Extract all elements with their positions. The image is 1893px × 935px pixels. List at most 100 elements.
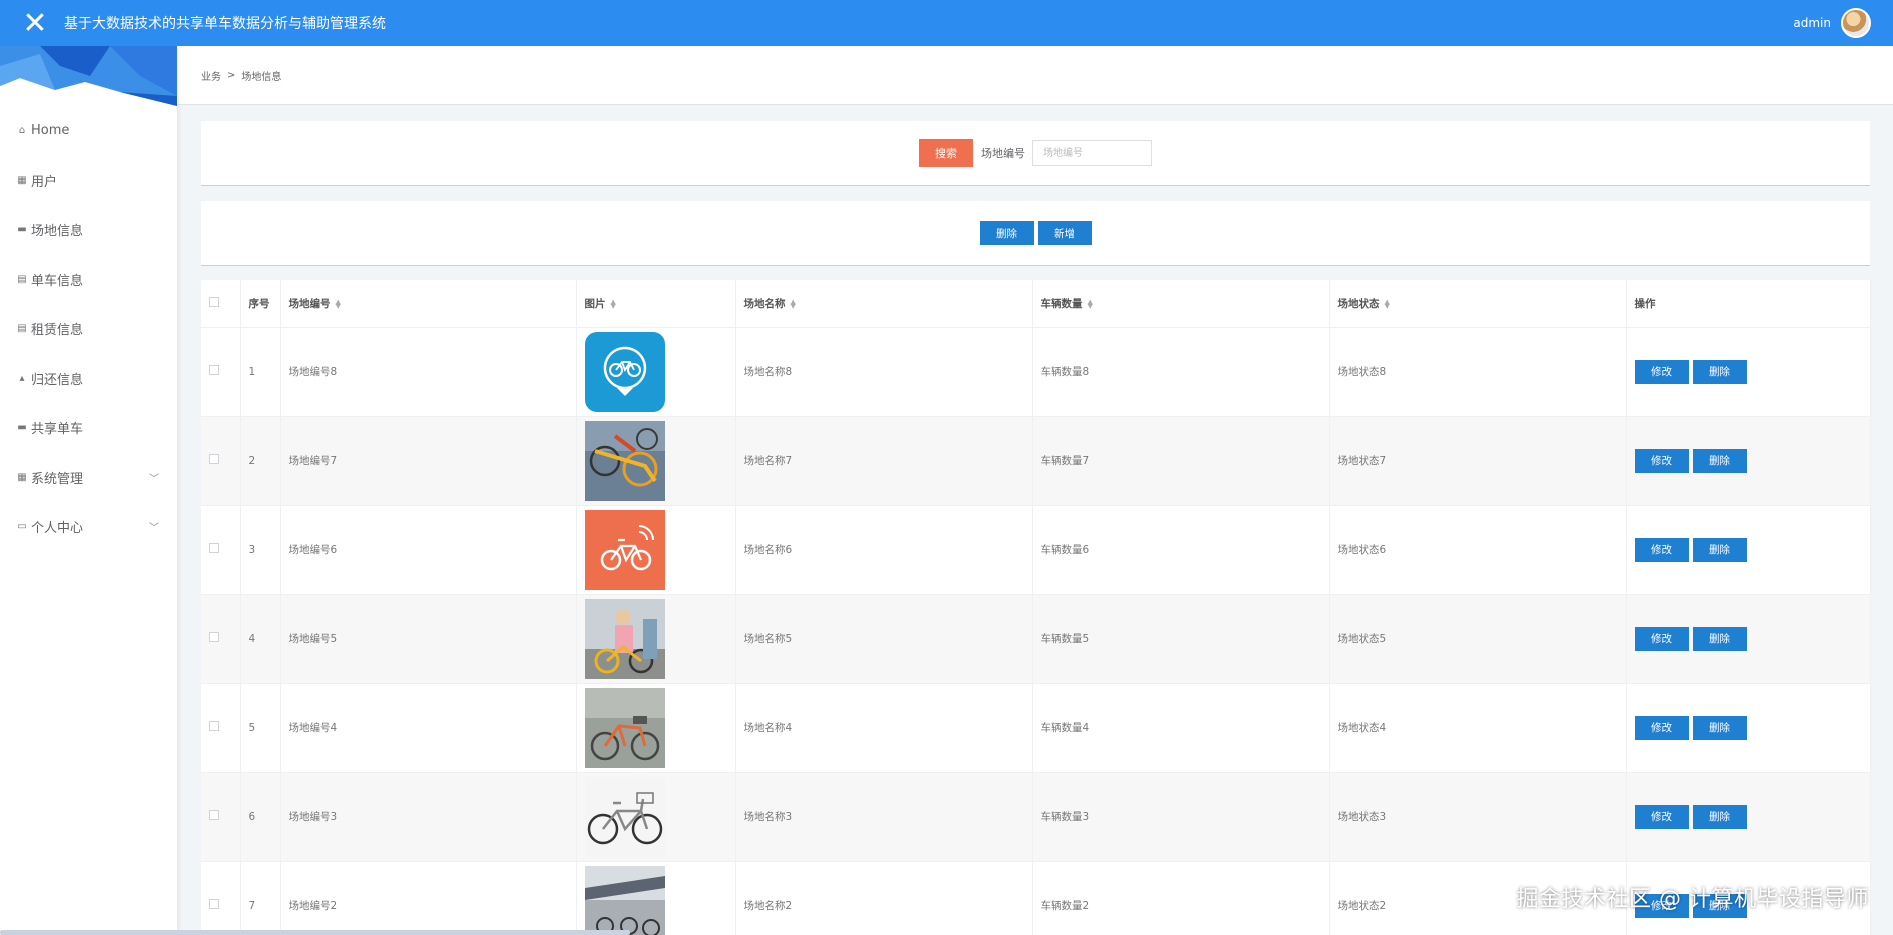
vehicle-count-cell: 车辆数量6 (1032, 505, 1330, 595)
edit-button[interactable]: 修改 (1634, 537, 1689, 562)
sort-icon[interactable]: ▲ ▼ (1385, 298, 1390, 309)
close-icon[interactable]: ✕ (0, 0, 70, 46)
column-header-venue-code[interactable]: 场地编号 ▲ ▼ (280, 280, 577, 328)
sidebar-item-return-info[interactable]: ▴ 归还信息 (0, 354, 177, 404)
delete-button[interactable]: 删除 (1692, 715, 1747, 740)
column-label: 场地编号 (288, 297, 331, 310)
venue-status-cell: 场地状态8 (1329, 327, 1627, 417)
venue-status-cell: 场地状态3 (1329, 772, 1627, 862)
home-icon: ⌂ (18, 125, 26, 137)
bike-street-photo-image[interactable] (584, 687, 665, 768)
column-header-index: 序号 (240, 280, 281, 328)
user-name[interactable]: admin (1793, 16, 1831, 30)
venue-status-cell: 场地状态5 (1329, 594, 1627, 684)
search-button[interactable]: 搜索 (919, 139, 973, 167)
row-index: 1 (240, 327, 281, 417)
sidebar-item-shared-bikes[interactable]: ▬ 共享单车 (0, 403, 177, 453)
table-row: 6 场地编号3 场地名称3 车辆数量3 场地状态3 修改 删除 (201, 772, 1871, 862)
chevron-down-icon: ﹀ (149, 523, 159, 535)
white-bike-photo-image[interactable] (584, 776, 665, 857)
venue-name-cell: 场地名称5 (735, 594, 1033, 684)
row-checkbox[interactable] (209, 721, 219, 731)
delete-button[interactable]: 删除 (1692, 537, 1747, 562)
venue-name-cell: 场地名称3 (735, 772, 1033, 862)
horizontal-scrollbar[interactable] (0, 930, 630, 935)
breadcrumb-item-current: 场地信息 (241, 71, 282, 83)
bike-shelter-photo-image[interactable] (584, 865, 665, 935)
venue-status-cell: 场地状态7 (1329, 416, 1627, 506)
edit-button[interactable]: 修改 (1634, 359, 1689, 384)
venue-code-cell: 场地编号7 (280, 416, 577, 506)
sidebar: ⌂ Home ▦ 用户 ▬ 场地信息 ▤ 单车信息 ▤ 租赁信息 ▴ 归还信息 … (0, 46, 177, 935)
sidebar-item-bike-info[interactable]: ▤ 单车信息 (0, 255, 177, 305)
row-checkbox[interactable] (209, 810, 219, 820)
column-header-actions: 操作 (1626, 280, 1871, 328)
sort-icon[interactable]: ▲ ▼ (1088, 298, 1093, 309)
venue-name-cell: 场地名称6 (735, 505, 1033, 595)
sort-icon[interactable]: ▲ ▼ (791, 298, 796, 309)
vehicle-count-cell: 车辆数量5 (1032, 594, 1330, 684)
sidebar-item-venue-info[interactable]: ▬ 场地信息 (0, 205, 177, 255)
blue-bike-logo-image[interactable] (584, 331, 665, 412)
venue-name-cell: 场地名称2 (735, 861, 1033, 935)
edit-button[interactable]: 修改 (1634, 448, 1689, 473)
add-button[interactable]: 新增 (1037, 221, 1092, 245)
sidebar-item-label: 租赁信息 (31, 323, 84, 339)
top-bar: ✕ 基于大数据技术的共享单车数据分析与辅助管理系统 admin (0, 0, 1893, 46)
rider-photo-image[interactable] (584, 598, 665, 679)
column-header-venue-status[interactable]: 场地状态 ▲ ▼ (1329, 280, 1627, 328)
sidebar-item-label: 个人中心 (31, 521, 84, 537)
delete-button[interactable]: 删除 (1692, 448, 1747, 473)
venue-status-cell: 场地状态4 (1329, 683, 1627, 773)
column-label: 场地名称 (743, 297, 786, 310)
sidebar-item-label: 归还信息 (31, 372, 84, 388)
sidebar-item-label: 单车信息 (31, 273, 84, 289)
delete-button[interactable]: 删除 (1692, 626, 1747, 651)
delete-button[interactable]: 删除 (1692, 359, 1747, 384)
sort-icon[interactable]: ▲ ▼ (336, 298, 341, 309)
column-header-venue-name[interactable]: 场地名称 ▲ ▼ (735, 280, 1033, 328)
search-panel: 搜索 场地编号 (201, 121, 1870, 186)
venue-code-search-input[interactable] (1032, 140, 1152, 166)
row-checkbox[interactable] (209, 543, 219, 553)
sidebar-item-personal-center[interactable]: ▭ 个人中心 ﹀ (0, 502, 177, 552)
breadcrumb-separator: > (227, 69, 236, 81)
bulk-delete-button[interactable]: 删除 (979, 221, 1034, 245)
column-label: 场地状态 (1337, 297, 1380, 310)
breadcrumb-item[interactable]: 业务 (201, 68, 221, 83)
select-all-checkbox[interactable] (209, 296, 219, 307)
sidebar-item-rental-info[interactable]: ▤ 租赁信息 (0, 304, 177, 354)
chevron-down-icon: ﹀ (149, 473, 159, 485)
sidebar-item-system-management[interactable]: ▦ 系统管理 ﹀ (0, 453, 177, 503)
delete-button[interactable]: 删除 (1692, 804, 1747, 829)
row-checkbox[interactable] (209, 454, 219, 464)
column-label: 车辆数量 (1040, 297, 1083, 310)
row-index: 5 (240, 683, 281, 773)
row-index: 3 (240, 505, 281, 595)
venue-table: 序号 场地编号 ▲ ▼ 图片 ▲ ▼ 场地名称 ▲ ▼ 车辆数量 ▲ ▼ 场地状态 ▲ ▼ 操作 1… (201, 280, 1871, 935)
vehicle-count-cell: 车辆数量4 (1032, 683, 1330, 773)
clipboard-icon: ▤ (17, 273, 27, 285)
row-index: 4 (240, 594, 281, 684)
edit-button[interactable]: 修改 (1634, 715, 1689, 740)
edit-button[interactable]: 修改 (1634, 626, 1689, 651)
avatar[interactable] (1841, 8, 1871, 38)
edit-button[interactable]: 修改 (1634, 804, 1689, 829)
column-header-vehicle-count[interactable]: 车辆数量 ▲ ▼ (1032, 280, 1330, 328)
orange-bike-logo-image[interactable] (584, 509, 665, 590)
row-checkbox[interactable] (209, 632, 219, 642)
venue-code-cell: 场地编号8 (280, 327, 577, 417)
user-area[interactable]: admin (1793, 8, 1871, 38)
parked-bikes-photo-image[interactable] (584, 420, 665, 501)
row-checkbox[interactable] (209, 365, 219, 375)
sidebar-item-label: 场地信息 (31, 224, 84, 240)
table-row: 1 场地编号8 场地名称8 车辆数量8 场地状态8 修改 删除 (201, 327, 1871, 417)
column-header-image[interactable]: 图片 ▲ ▼ (576, 280, 736, 328)
table-header-row: 序号 场地编号 ▲ ▼ 图片 ▲ ▼ 场地名称 ▲ ▼ 车辆数量 ▲ ▼ 场地状态 ▲ ▼ 操作 (201, 280, 1871, 328)
venue-name-cell: 场地名称8 (735, 327, 1033, 417)
sidebar-item-users[interactable]: ▦ 用户 (0, 156, 177, 206)
sidebar-item-home[interactable]: ⌂ Home (0, 106, 177, 156)
vehicle-count-cell: 车辆数量8 (1032, 327, 1330, 417)
row-checkbox[interactable] (209, 899, 219, 909)
sort-icon[interactable]: ▲ ▼ (611, 298, 616, 309)
